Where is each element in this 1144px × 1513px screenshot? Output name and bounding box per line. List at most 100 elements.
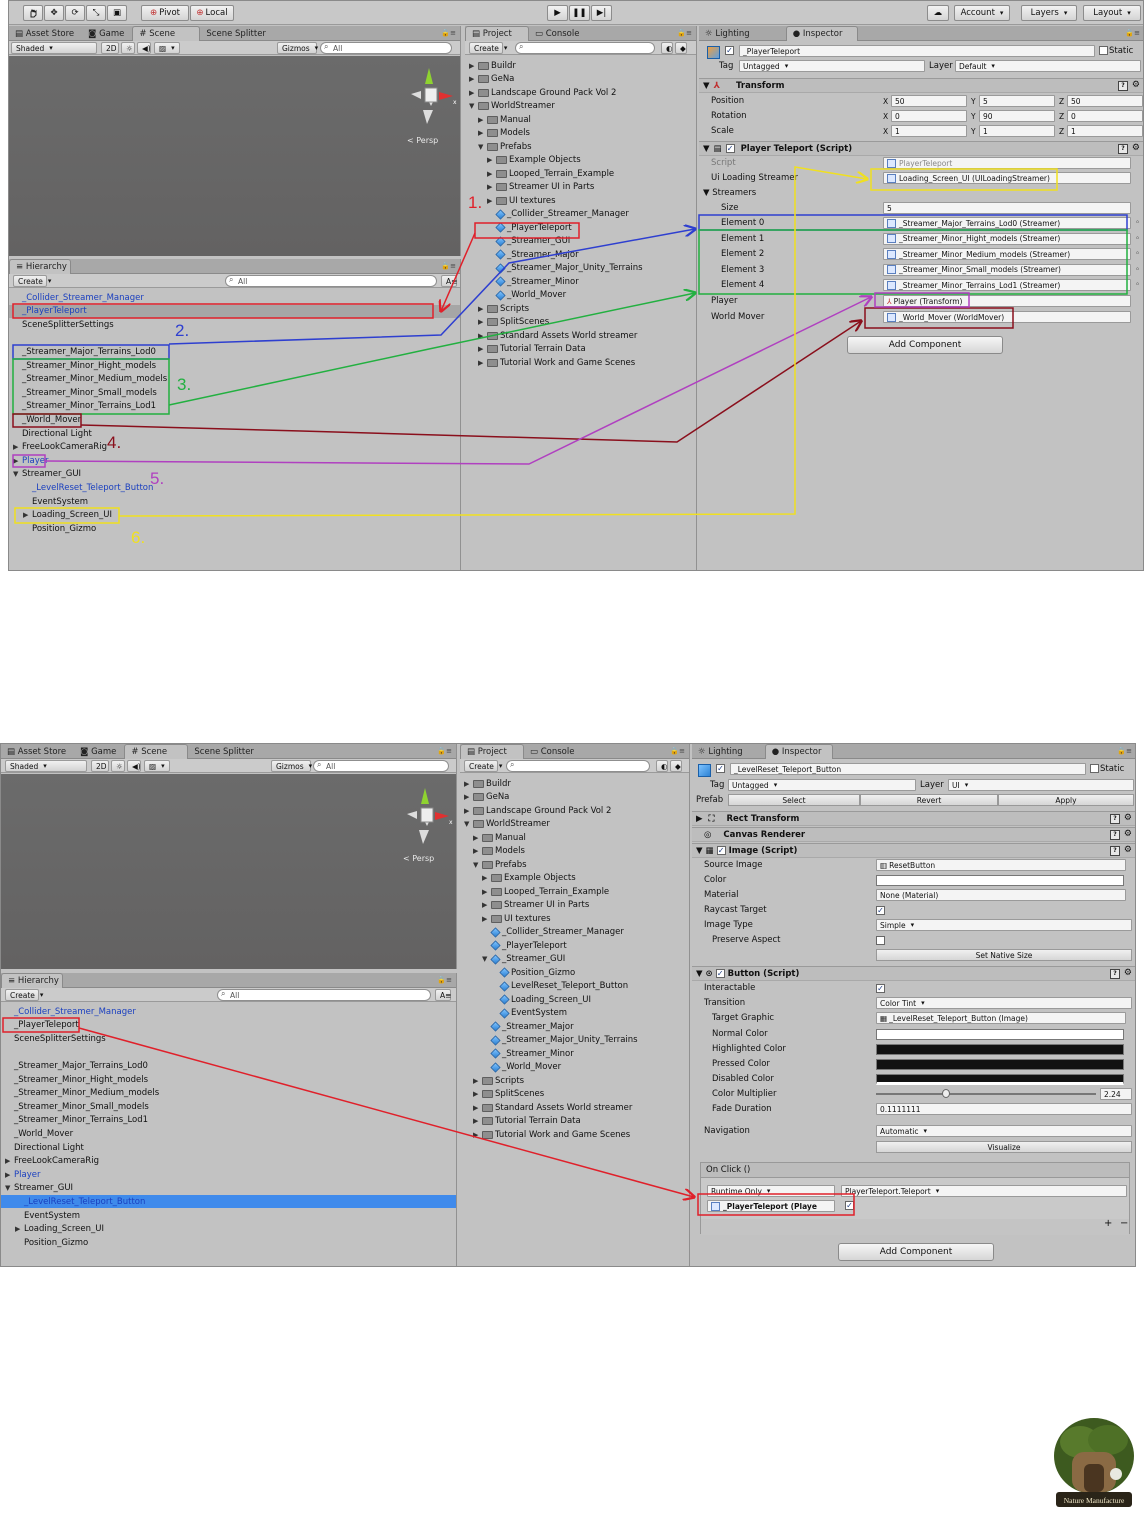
step-button[interactable]: ▶| [591,5,612,21]
hierarchy-row[interactable]: _Streamer_Minor_Hight_models [9,359,460,372]
gizmos-dropdown[interactable]: Gizmos [271,760,311,772]
runtime-dropdown[interactable]: Runtime Only [707,1185,835,1197]
panel-menu-icon[interactable]: 🔒≡ [1125,29,1140,37]
project-tree-item[interactable]: _PlayerTeleport [460,939,689,952]
project-tree-item[interactable]: _Collider_Streamer_Manager [460,926,689,939]
project-tree-item[interactable]: ▶ Scripts [465,302,696,315]
player-teleport-header[interactable]: ▼ ▤ ✓ Player Teleport (Script)? ⚙ [699,141,1143,156]
move-tool-button[interactable]: ✥ [44,5,64,21]
tab-scene-splitter[interactable]: Scene Splitter [188,744,262,759]
expand-arrow-icon[interactable]: ▶ [469,62,478,70]
interactable-checkbox[interactable]: ✓ [876,983,885,993]
hand-tool-button[interactable] [23,5,43,21]
hierarchy-row[interactable]: SceneSplitterSettings [9,318,460,331]
tab-project[interactable]: ▤ Project [460,744,524,759]
object-name-field[interactable]: _LevelReset_Teleport_Button [730,763,1086,775]
hierarchy-row[interactable]: _Streamer_Minor_Small_models [1,1100,456,1113]
sort-button[interactable]: A≡ [435,989,451,1001]
filter-label-button[interactable]: ◆ [675,42,687,54]
gear-icon[interactable]: ⚙ [1132,143,1140,153]
transform-scale-y-field[interactable]: 1 [979,125,1055,137]
expand-arrow-icon[interactable]: ▶ [478,318,487,326]
navigation-dropdown[interactable]: Automatic [876,1125,1132,1137]
element-field[interactable]: _Streamer_Minor_Medium_models (Streamer) [883,248,1131,260]
expand-arrow-icon[interactable]: ▶ [473,847,482,855]
image-enabled-checkbox[interactable]: ✓ [716,846,726,855]
expand-arrow-icon[interactable]: ▼ [478,143,487,151]
project-tree-item[interactable]: ▶ Scripts [460,1074,689,1087]
lighting-toggle[interactable]: ☼ [111,760,125,772]
project-tree-item[interactable]: ▼ _Streamer_GUI [460,953,689,966]
expand-arrow-icon[interactable]: ▶ [5,1157,14,1165]
transform-header[interactable]: ▼ ⅄ Transform? ⚙ [699,78,1143,93]
project-tree-item[interactable]: ▼ Prefabs [460,858,689,871]
expand-arrow-icon[interactable]: ▶ [478,129,487,137]
expand-arrow-icon[interactable]: ▶ [473,1104,482,1112]
project-tree-item[interactable]: ▶ Standard Assets World streamer [465,329,696,342]
scene-orientation-gizmo-icon[interactable]: x [397,786,457,856]
project-tree-item[interactable]: ▶ Buildr [460,777,689,790]
hierarchy-row[interactable]: _Collider_Streamer_Manager [9,291,460,304]
project-search-input[interactable] [506,760,650,772]
hierarchy-row[interactable]: ▶ Loading_Screen_UI [9,509,460,522]
image-type-dropdown[interactable]: Simple [876,919,1132,931]
scene-viewport[interactable]: x < Persp [1,774,456,969]
pivot-button[interactable]: ⊕ Pivot [141,5,189,21]
tab-inspector[interactable]: ● Inspector [785,26,858,41]
object-name-field[interactable]: _PlayerTeleport [739,45,1095,57]
project-tree-item[interactable]: ▶ SplitScenes [460,1088,689,1101]
hierarchy-row[interactable]: _Streamer_Minor_Terrains_Lod1 [9,400,460,413]
pause-button[interactable]: ❚❚ [569,5,590,21]
expand-arrow-icon[interactable]: ▼ [464,820,473,828]
active-checkbox[interactable]: ✓ [725,46,734,55]
element-field[interactable]: _Streamer_Minor_Hight_models (Streamer) [883,232,1131,245]
persp-label[interactable]: < Persp [407,136,438,145]
hierarchy-row[interactable]: _Streamer_Minor_Hight_models [1,1073,456,1086]
tab-inspector[interactable]: ● Inspector [764,744,833,759]
tab-asset-store[interactable]: ▤ Asset Store [1,744,74,759]
hierarchy-search-input[interactable]: All [217,989,431,1001]
project-tree-item[interactable]: ▶ Landscape Ground Pack Vol 2 [465,86,696,99]
source-image-field[interactable]: ▥ ResetButton [876,859,1126,871]
project-tree-item[interactable]: _Streamer_Major [465,248,696,261]
add-component-button[interactable]: Add Component [838,1243,994,1261]
tab-hierarchy[interactable]: ≡ Hierarchy [1,973,63,988]
hierarchy-row[interactable]: Position_Gizmo [1,1236,456,1249]
project-tree-item[interactable]: ▶ Streamer UI in Parts [465,181,696,194]
tab-console[interactable]: ▭ Console [524,744,582,759]
project-tree-item[interactable]: ▶ Tutorial Work and Game Scenes [465,356,696,369]
gear-icon[interactable]: ⚙ [1132,80,1140,90]
gear-icon[interactable]: ⚙ [1124,829,1132,839]
hierarchy-row[interactable]: ▶ Loading_Screen_UI [1,1223,456,1236]
expand-arrow-icon[interactable]: ▶ [464,780,473,788]
expand-arrow-icon[interactable]: ▶ [473,1117,482,1125]
hierarchy-row[interactable] [9,332,460,345]
raycast-checkbox[interactable]: ✓ [876,905,885,915]
expand-arrow-icon[interactable]: ▶ [487,170,496,178]
transform-position-z-field[interactable]: 50 [1067,95,1143,107]
expand-arrow-icon[interactable]: ▶ [487,156,496,164]
layer-dropdown[interactable]: Default [955,60,1141,72]
expand-arrow-icon[interactable]: ▶ [473,834,482,842]
project-tree-item[interactable]: ▶ Streamer UI in Parts [460,899,689,912]
tag-dropdown[interactable]: Untagged [728,779,916,791]
scene-viewport[interactable]: x < Persp [9,56,460,256]
project-tree-item[interactable]: ▶ UI textures [465,194,696,207]
play-button[interactable]: ▶ [547,5,568,21]
prefab-revert-button[interactable]: Revert [860,794,998,806]
hierarchy-row[interactable]: _World_Mover [9,413,460,426]
project-tree-item[interactable]: ▶ Manual [460,831,689,844]
project-tree-item[interactable]: ▶ UI textures [460,912,689,925]
event-target-field[interactable]: _PlayerTeleport (Playe [707,1200,835,1212]
project-tree-item[interactable]: ▶ Models [460,845,689,858]
layer-dropdown[interactable]: UI [948,779,1134,791]
object-picker-icon[interactable]: ◦ [1135,280,1140,290]
tab-asset-store[interactable]: ▤ Asset Store [9,26,82,41]
active-checkbox[interactable]: ✓ [716,764,725,773]
expand-arrow-icon[interactable]: ▶ [13,457,22,465]
hierarchy-search-input[interactable]: All [225,275,437,287]
create-dropdown[interactable]: Create [5,989,39,1001]
project-tree-item[interactable]: ▶ Standard Assets World streamer [460,1101,689,1114]
project-tree-item[interactable]: _World_Mover [460,1061,689,1074]
hierarchy-row[interactable]: _Streamer_Minor_Small_models [9,386,460,399]
